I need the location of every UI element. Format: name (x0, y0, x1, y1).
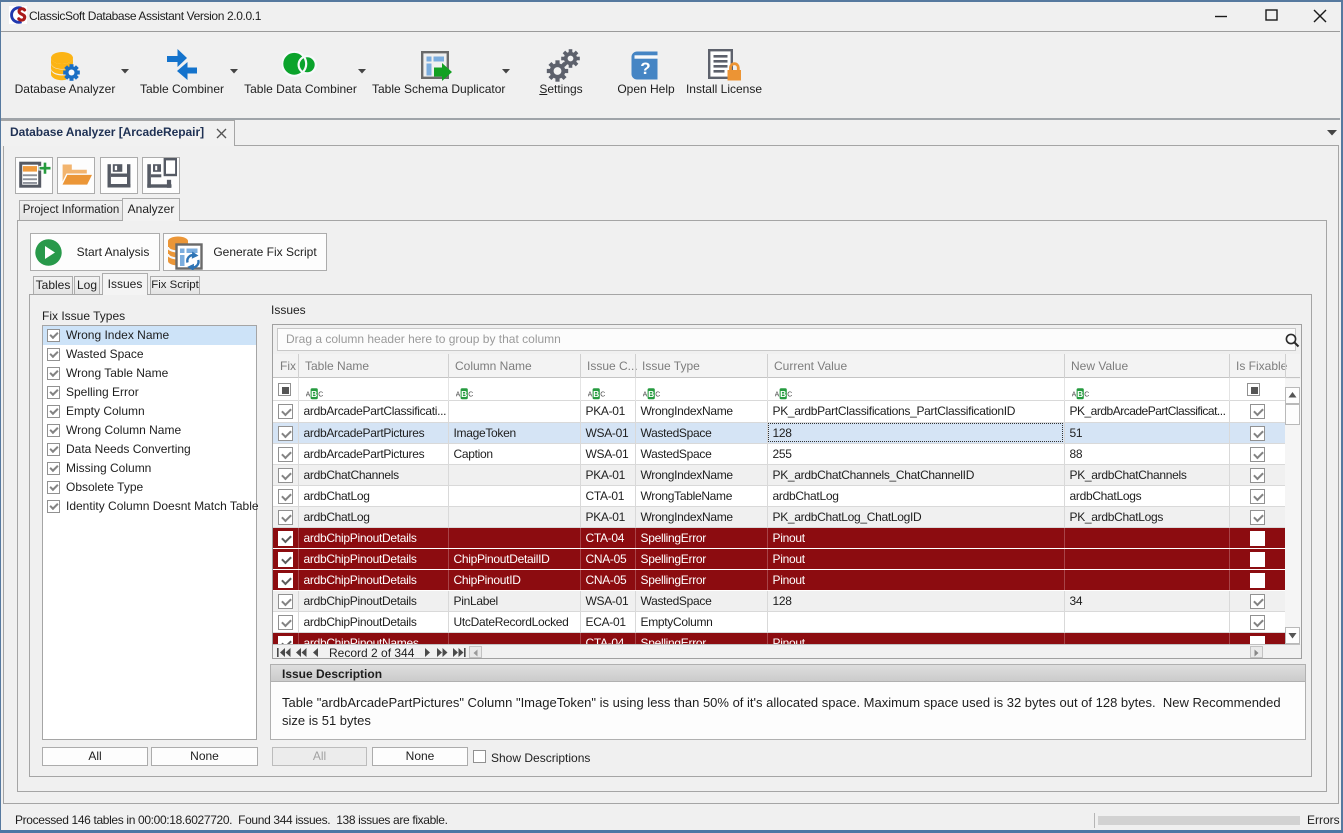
svg-text:?: ? (640, 59, 650, 78)
